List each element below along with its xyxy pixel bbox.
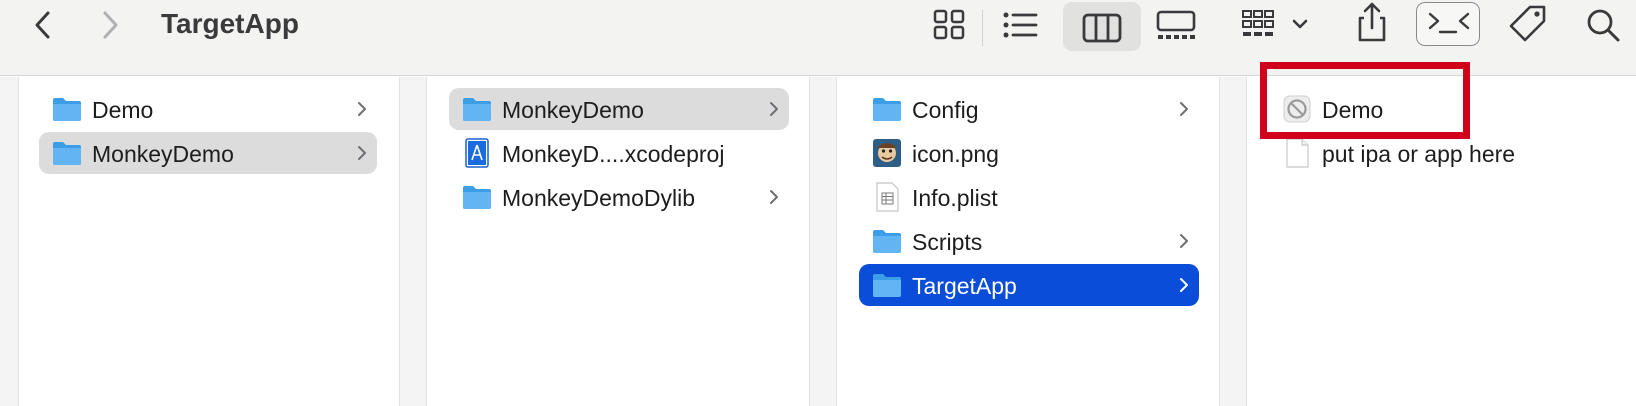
group-by-icon: [1242, 10, 1308, 36]
chevron-right-icon: [770, 102, 778, 116]
plist-file-icon: [876, 182, 899, 212]
terminal-icon: [1428, 12, 1470, 34]
list-item-label: put ipa or app here: [1322, 141, 1516, 167]
folder-icon: [463, 98, 491, 121]
list-item[interactable]: MonkeyD....xcodeproj: [449, 132, 789, 174]
back-button[interactable]: [22, 4, 62, 44]
list-item[interactable]: icon.png: [859, 132, 1199, 174]
list-item-label: MonkeyDemo: [92, 141, 234, 167]
list-item-label: MonkeyDemoDylib: [502, 185, 696, 211]
xcodeproj-icon: [465, 138, 489, 168]
list-item-label: Demo: [92, 97, 154, 123]
search-icon: [1587, 9, 1620, 42]
gallery-view-button[interactable]: [1152, 4, 1202, 44]
list-view-icon: [1003, 12, 1038, 38]
list-item-label: icon.png: [912, 141, 999, 167]
icon-view-icon: [933, 9, 965, 40]
browser-column-1: Demo MonkeyDemo: [19, 77, 399, 406]
list-item[interactable]: Demo: [39, 88, 377, 130]
gallery-view-icon: [1156, 10, 1196, 39]
window-title: TargetApp: [161, 8, 299, 39]
list-item-label: Scripts: [912, 229, 983, 255]
column-view-icon: [1082, 13, 1122, 42]
list-item[interactable]: TargetApp: [859, 264, 1199, 306]
list-item[interactable]: Config: [859, 88, 1199, 130]
list-item-label: MonkeyD....xcodeproj: [502, 141, 725, 167]
folder-icon: [463, 186, 491, 209]
terminal-button[interactable]: [1416, 2, 1480, 46]
group-by-button[interactable]: [1240, 4, 1318, 44]
list-item[interactable]: Info.plist: [859, 176, 1199, 218]
column-divider[interactable]: [809, 77, 837, 406]
chevron-down-icon: [1292, 19, 1308, 29]
list-item[interactable]: MonkeyDemo: [449, 88, 789, 130]
list-item-label: TargetApp: [912, 273, 1017, 299]
column-divider[interactable]: [0, 77, 19, 406]
chevron-right-icon: [770, 190, 778, 204]
list-item-label: Config: [912, 97, 979, 123]
browser-column-3: Config icon.png Info.plist Scripts Targe…: [838, 77, 1219, 406]
folder-icon: [53, 98, 81, 121]
toolbar-divider: [982, 10, 983, 46]
image-file-icon: [873, 139, 901, 167]
column-divider[interactable]: [399, 77, 427, 406]
share-button[interactable]: [1350, 0, 1394, 44]
browser-column-2: MonkeyDemo MonkeyD....xcodeproj MonkeyDe…: [428, 77, 809, 406]
tag-button[interactable]: [1506, 2, 1550, 46]
list-item-label: MonkeyDemo: [502, 97, 644, 123]
blank-file-icon: [1286, 138, 1309, 168]
chevron-right-icon: [1180, 278, 1188, 292]
folder-icon: [873, 274, 901, 297]
list-item[interactable]: Scripts: [859, 220, 1199, 262]
column-view-button[interactable]: [1063, 2, 1141, 51]
chevron-right-icon: [358, 146, 366, 160]
list-item-label: Info.plist: [912, 185, 998, 211]
list-item[interactable]: MonkeyDemo: [39, 132, 377, 174]
chevron-right-icon: [103, 11, 118, 39]
folder-icon: [873, 98, 901, 121]
icon-view-button[interactable]: [928, 4, 972, 44]
annotation-highlight-box: [1260, 62, 1470, 139]
search-button[interactable]: [1582, 4, 1626, 44]
share-icon: [1358, 2, 1386, 42]
list-item[interactable]: MonkeyDemoDylib: [449, 176, 789, 218]
chevron-right-icon: [1180, 102, 1188, 116]
folder-icon: [53, 142, 81, 165]
forward-button[interactable]: [90, 4, 130, 44]
chevron-left-icon: [35, 11, 50, 39]
list-view-button[interactable]: [998, 4, 1044, 44]
chevron-right-icon: [1180, 234, 1188, 248]
folder-icon: [873, 230, 901, 253]
chevron-right-icon: [358, 102, 366, 116]
column-divider[interactable]: [1219, 77, 1247, 406]
tag-icon: [1509, 5, 1546, 42]
